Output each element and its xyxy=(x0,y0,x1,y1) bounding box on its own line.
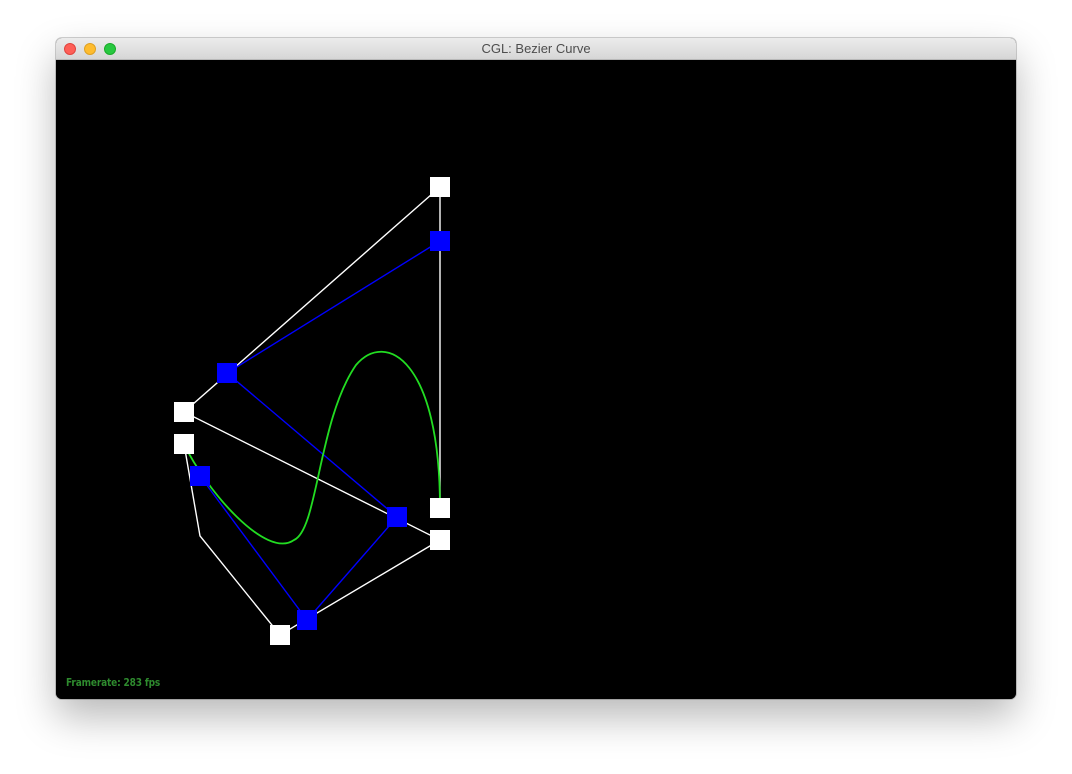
app-window: CGL: Bezier Curve Framerate: 283 fps xyxy=(56,38,1016,699)
control-point-4[interactable] xyxy=(430,530,450,550)
control-point-2[interactable] xyxy=(174,434,194,454)
control-polygon-line xyxy=(182,185,442,636)
title-bar[interactable]: CGL: Bezier Curve xyxy=(56,38,1016,60)
control-point-6[interactable] xyxy=(430,177,450,197)
intermediate-point-1 xyxy=(190,466,210,486)
window-title: CGL: Bezier Curve xyxy=(481,41,591,56)
framerate-readout: Framerate: 283 fps xyxy=(66,676,161,689)
control-point-1[interactable] xyxy=(174,402,194,422)
render-canvas[interactable]: Framerate: 283 fps xyxy=(56,60,1016,699)
control-point-5[interactable] xyxy=(430,498,450,518)
control-point-3[interactable] xyxy=(270,625,290,645)
intermediate-point-5 xyxy=(430,231,450,251)
bezier-scene[interactable] xyxy=(56,60,1016,699)
intermediate-point-3 xyxy=(387,507,407,527)
intermediate-point-2 xyxy=(297,610,317,630)
intermediate-point-4 xyxy=(217,363,237,383)
intermediate-polygon-line xyxy=(199,240,441,622)
